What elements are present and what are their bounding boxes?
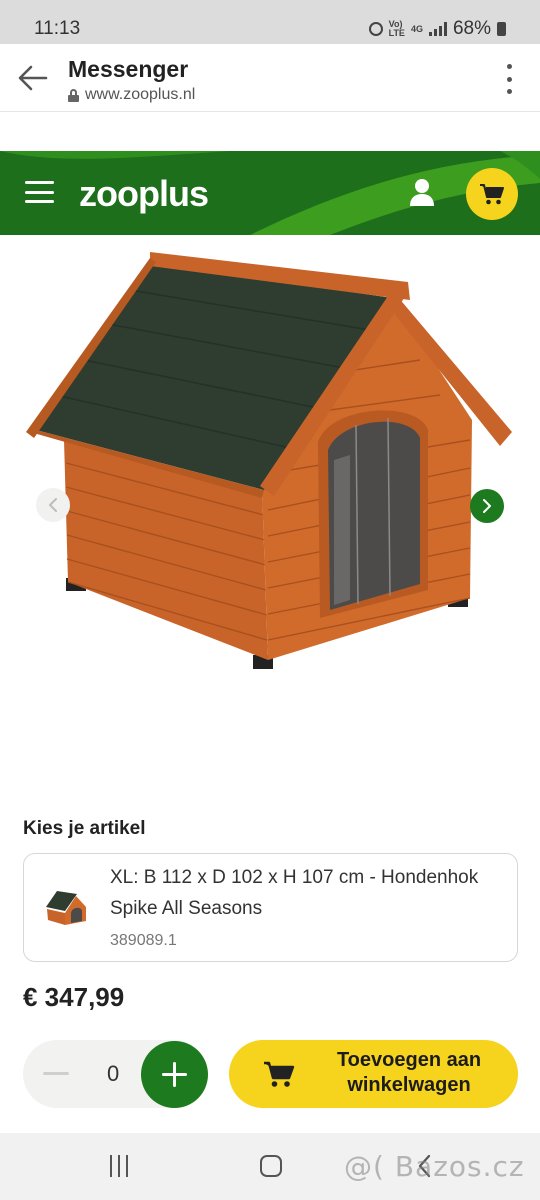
browser-header: Messenger www.zooplus.nl xyxy=(0,44,540,112)
battery-percent: 68% xyxy=(452,18,491,39)
alarm-icon xyxy=(368,22,383,36)
article-option-card[interactable]: XL: B 112 x D 102 x H 107 cm - Hondenhok… xyxy=(23,853,518,962)
url-row: www.zooplus.nl xyxy=(68,86,195,104)
decrease-quantity-button[interactable] xyxy=(43,1072,69,1075)
article-sku: 389089.1 xyxy=(110,932,177,949)
network-bottom-label: LTE xyxy=(388,28,405,38)
home-icon[interactable] xyxy=(260,1155,282,1177)
article-title: XL: B 112 x D 102 x H 107 cm - Hondenhok… xyxy=(110,867,479,919)
user-icon[interactable] xyxy=(408,178,436,208)
product-image xyxy=(26,252,512,669)
site-header: zooplus xyxy=(0,151,540,235)
article-thumbnail xyxy=(46,891,86,925)
zooplus-logo[interactable]: zooplus xyxy=(79,173,209,215)
kebab-menu-icon[interactable] xyxy=(504,64,514,94)
choose-article-label: Kies je artikel xyxy=(23,818,146,839)
carousel-next-button[interactable] xyxy=(470,489,504,523)
signal-icon xyxy=(428,22,447,36)
header-cart-button[interactable] xyxy=(466,168,518,220)
chevron-right-icon xyxy=(483,499,491,513)
increase-quantity-button[interactable] xyxy=(141,1041,208,1108)
bazos-watermark: @( Bazos.cz xyxy=(344,1150,525,1183)
add-to-cart-label: Toevoegen aan winkelwagen xyxy=(336,1049,482,1096)
back-arrow-icon[interactable] xyxy=(16,61,50,95)
product-price: € 347,99 xyxy=(23,982,125,1012)
cart-icon xyxy=(480,184,504,205)
quantity-value[interactable]: 0 xyxy=(107,1061,119,1087)
battery-icon xyxy=(497,22,506,36)
status-icons: Vo) LTE 4G 68% xyxy=(368,18,506,40)
network-indicator: Vo) LTE xyxy=(389,20,405,38)
browser-title: Messenger xyxy=(68,56,189,82)
cart-icon xyxy=(264,1061,295,1087)
chevron-left-icon xyxy=(49,498,57,512)
hamburger-icon[interactable] xyxy=(25,181,54,203)
url-text: www.zooplus.nl xyxy=(85,86,196,103)
status-time: 11:13 xyxy=(34,18,81,39)
recents-icon[interactable] xyxy=(110,1155,128,1177)
mobile-data-label: 4G xyxy=(410,23,423,34)
lock-icon xyxy=(68,88,79,102)
status-bar: 11:13 Vo) LTE 4G 68% xyxy=(0,0,540,44)
add-to-cart-button[interactable]: Toevoegen aan winkelwagen xyxy=(229,1040,518,1108)
quantity-stepper: 0 xyxy=(23,1040,208,1108)
carousel-prev-button[interactable] xyxy=(36,488,70,522)
